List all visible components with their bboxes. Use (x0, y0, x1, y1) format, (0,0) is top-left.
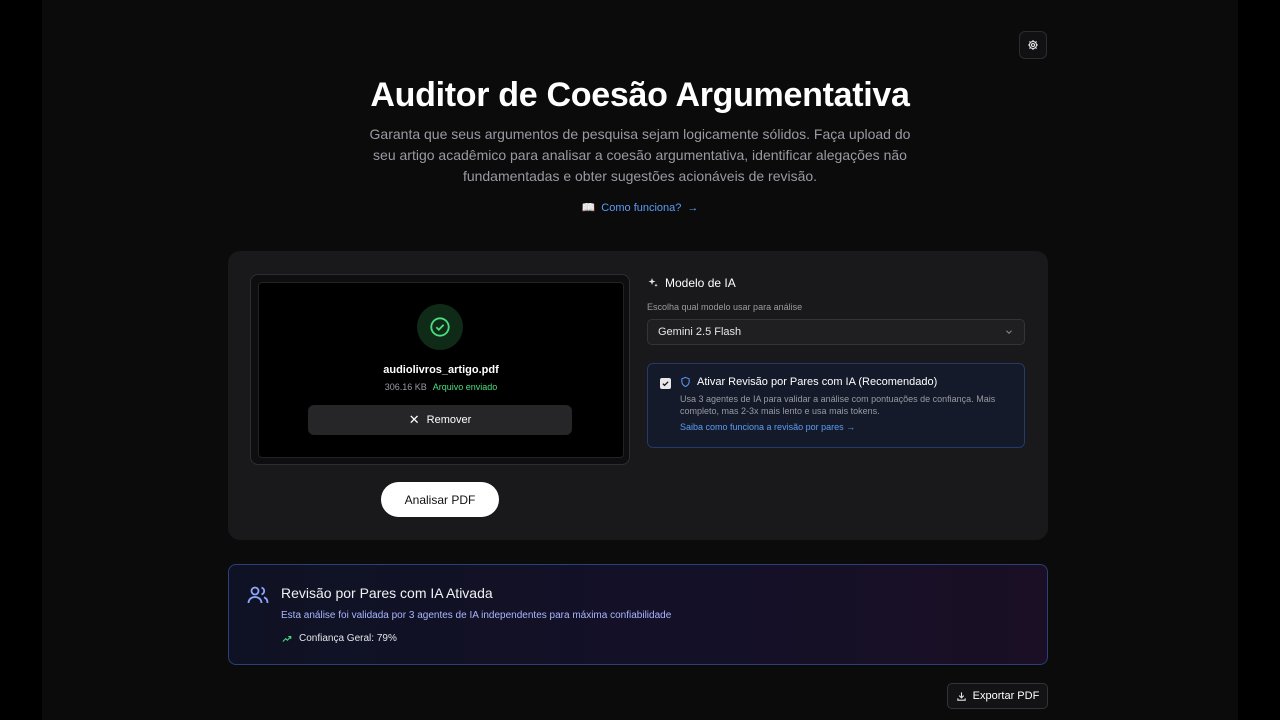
page-title: Auditor de Coesão Argumentativa (370, 76, 910, 114)
close-icon: ✕ (408, 412, 420, 427)
peer-review-title: Ativar Revisão por Pares com IA (Recomen… (680, 376, 937, 388)
arrow-right-icon: → (687, 202, 699, 214)
download-icon (956, 691, 966, 701)
overall-confidence-label: Confiança Geral: 79% (299, 633, 397, 644)
shield-icon (681, 376, 690, 388)
book-icon: 📖 (581, 202, 596, 214)
sparkles-icon (648, 278, 658, 287)
check-circle-icon (430, 317, 450, 337)
peer-review-description: Usa 3 agentes de IA para validar a análi… (680, 394, 996, 416)
remove-label: Remover (426, 414, 472, 426)
file-name: audiolivros_artigo.pdf (383, 364, 499, 376)
file-meta: 306.16 KB Arquivo enviado (258, 382, 624, 392)
model-heading: Modelo de IA (647, 276, 736, 290)
upload-success-badge (417, 304, 463, 350)
export-pdf-label: Exportar PDF (972, 690, 1040, 702)
settings-button[interactable] (1019, 31, 1047, 59)
overall-confidence: Confiança Geral: 79% (281, 633, 397, 644)
active-panel-title: Revisão por Pares com IA Ativada (281, 585, 493, 601)
model-help-text: Escolha qual modelo usar para análise (647, 302, 803, 312)
peer-review-learn-more-link[interactable]: Saiba como funciona a revisão por pares … (680, 422, 855, 432)
page-subtitle: Garanta que seus argumentos de pesquisa … (369, 126, 911, 184)
model-select[interactable]: Gemini 2.5 Flash (647, 319, 1025, 345)
model-heading-label: Modelo de IA (665, 276, 736, 290)
how-it-works-link[interactable]: 📖 Como funciona? → (0, 201, 1280, 214)
users-icon (247, 586, 269, 604)
peer-review-checkbox[interactable] (660, 378, 671, 389)
export-pdf-button[interactable]: Exportar PDF (947, 683, 1048, 709)
model-selected-value: Gemini 2.5 Flash (658, 326, 742, 338)
file-size: 306.16 KB (384, 382, 427, 392)
gear-icon (1028, 40, 1038, 50)
peer-review-title-label: Ativar Revisão por Pares com IA (Recomen… (697, 376, 938, 388)
checkbox-check-icon (662, 381, 669, 387)
upload-status: Arquivo enviado (432, 382, 498, 392)
trending-up-icon (282, 635, 292, 642)
analyze-pdf-button[interactable]: Analisar PDF (381, 482, 499, 517)
remove-file-button[interactable]: ✕ Remover (308, 405, 572, 435)
chevron-down-icon (1006, 330, 1012, 334)
how-it-works-label: Como funciona? (601, 202, 682, 214)
active-panel-description: Esta análise foi validada por 3 agentes … (281, 610, 672, 621)
